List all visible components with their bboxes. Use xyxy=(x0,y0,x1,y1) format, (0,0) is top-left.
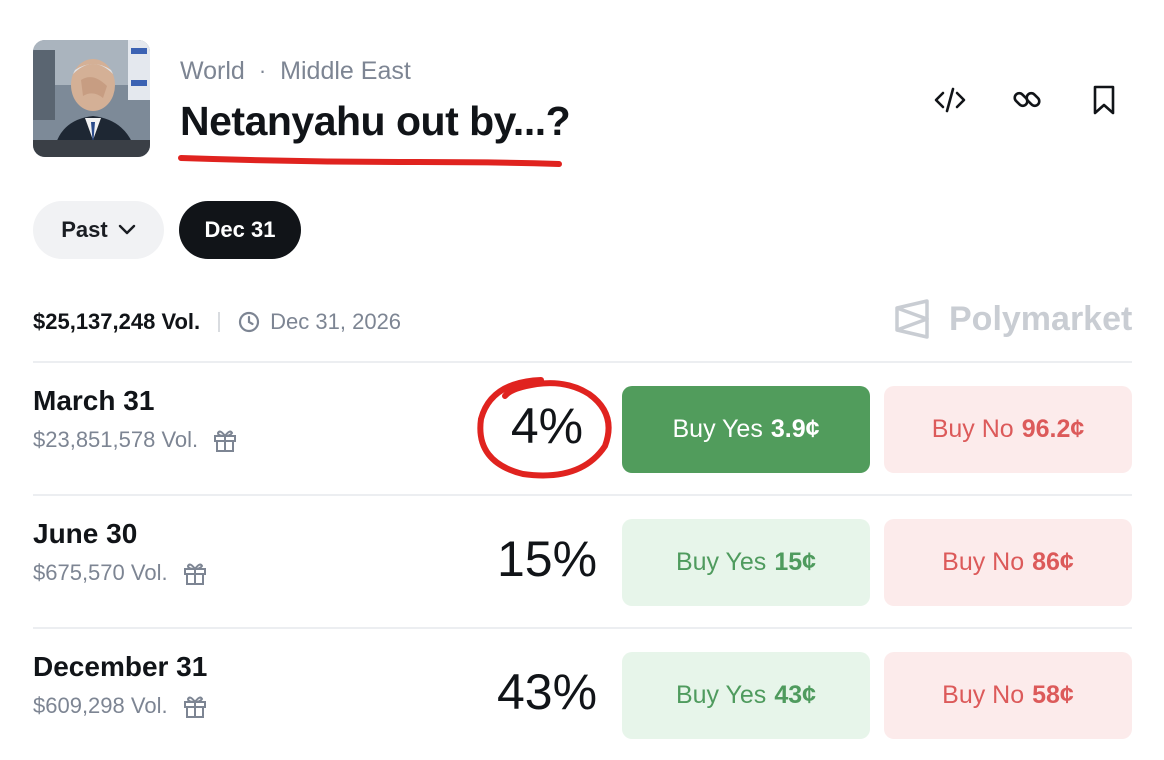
buy-no-price: 96.2¢ xyxy=(1021,415,1085,443)
buy-yes-price: 43¢ xyxy=(774,681,817,709)
page-title: Netanyahu out by...? xyxy=(180,98,571,144)
red-underline-annotation xyxy=(178,155,562,167)
outcome-volume-text: $609,298 Vol. xyxy=(33,693,168,718)
buy-yes-price: 15¢ xyxy=(774,548,817,576)
buy-no-button[interactable]: Buy No 58¢ xyxy=(884,652,1132,739)
buy-yes-label: Buy Yes xyxy=(672,415,763,443)
outcome-name: December 31 xyxy=(33,651,208,682)
bookmark-icon[interactable] xyxy=(1084,80,1124,120)
brand-name: Polymarket xyxy=(949,299,1133,338)
link-icon[interactable] xyxy=(1007,80,1047,120)
outcome-volume: $609,298 Vol. xyxy=(33,693,208,719)
polymarket-logo: Polymarket xyxy=(893,296,1132,342)
summary-divider xyxy=(218,312,221,332)
end-date: Dec 31, 2026 xyxy=(238,309,401,335)
buy-yes-label: Buy Yes xyxy=(675,681,767,709)
red-circle-annotation xyxy=(477,377,612,479)
buy-no-price: 58¢ xyxy=(1032,681,1074,709)
buy-yes-label: Buy Yes xyxy=(675,548,767,576)
date-tab-label: Dec 31 xyxy=(204,217,276,242)
buy-yes-button[interactable]: Buy Yes 3.9¢ xyxy=(622,386,870,473)
buy-yes-button[interactable]: Buy Yes 43¢ xyxy=(622,652,870,739)
outcome-row[interactable]: June 30 $675,570 Vol. 15% Buy Yes 15¢ Bu… xyxy=(33,496,1132,629)
buy-yes-button[interactable]: Buy Yes 15¢ xyxy=(622,519,870,606)
end-date-text: Dec 31, 2026 xyxy=(270,309,402,334)
outcome-probability: 43% xyxy=(496,664,598,720)
chevron-down-icon xyxy=(118,224,135,235)
outcome-volume: $23,851,578 Vol. xyxy=(33,427,238,453)
gift-icon[interactable] xyxy=(182,560,208,586)
buy-no-label: Buy No xyxy=(942,681,1025,709)
buy-no-button[interactable]: Buy No 86¢ xyxy=(884,519,1132,606)
buy-no-label: Buy No xyxy=(942,548,1025,576)
date-tab-selected[interactable]: Dec 31 xyxy=(179,201,301,259)
outcome-name: March 31 xyxy=(33,385,155,416)
market-page: World · Middle East Netanyahu out by...? xyxy=(0,0,1164,760)
gift-icon[interactable] xyxy=(182,693,208,719)
buy-no-button[interactable]: Buy No 96.2¢ xyxy=(884,386,1132,473)
outcome-probability: 15% xyxy=(496,531,598,587)
header-actions xyxy=(930,80,1124,120)
outcome-row[interactable]: December 31 $609,298 Vol. 43% Buy Yes 43… xyxy=(33,629,1132,760)
breadcrumb-separator: · xyxy=(258,58,267,83)
market-thumbnail xyxy=(33,40,150,157)
breadcrumb-category[interactable]: World xyxy=(180,57,245,86)
buy-no-label: Buy No xyxy=(931,415,1014,443)
total-volume: $25,137,248 Vol. xyxy=(33,309,201,334)
market-summary: $25,137,248 Vol. Dec 31, 2026 xyxy=(33,307,401,337)
buy-yes-price: 3.9¢ xyxy=(770,415,820,443)
polymarket-icon xyxy=(895,299,929,339)
past-label: Past xyxy=(61,217,108,242)
past-dropdown[interactable]: Past xyxy=(33,201,164,259)
outcome-volume-text: $23,851,578 Vol. xyxy=(33,427,199,452)
breadcrumb-subcategory[interactable]: Middle East xyxy=(280,57,411,86)
gift-icon[interactable] xyxy=(212,427,238,453)
outcome-volume: $675,570 Vol. xyxy=(33,560,208,586)
clock-icon xyxy=(239,311,260,333)
breadcrumb: World · Middle East xyxy=(180,56,411,86)
code-icon[interactable] xyxy=(930,80,970,120)
buy-no-price: 86¢ xyxy=(1032,548,1074,576)
outcome-volume-text: $675,570 Vol. xyxy=(33,560,168,585)
outcome-name: June 30 xyxy=(33,518,138,549)
